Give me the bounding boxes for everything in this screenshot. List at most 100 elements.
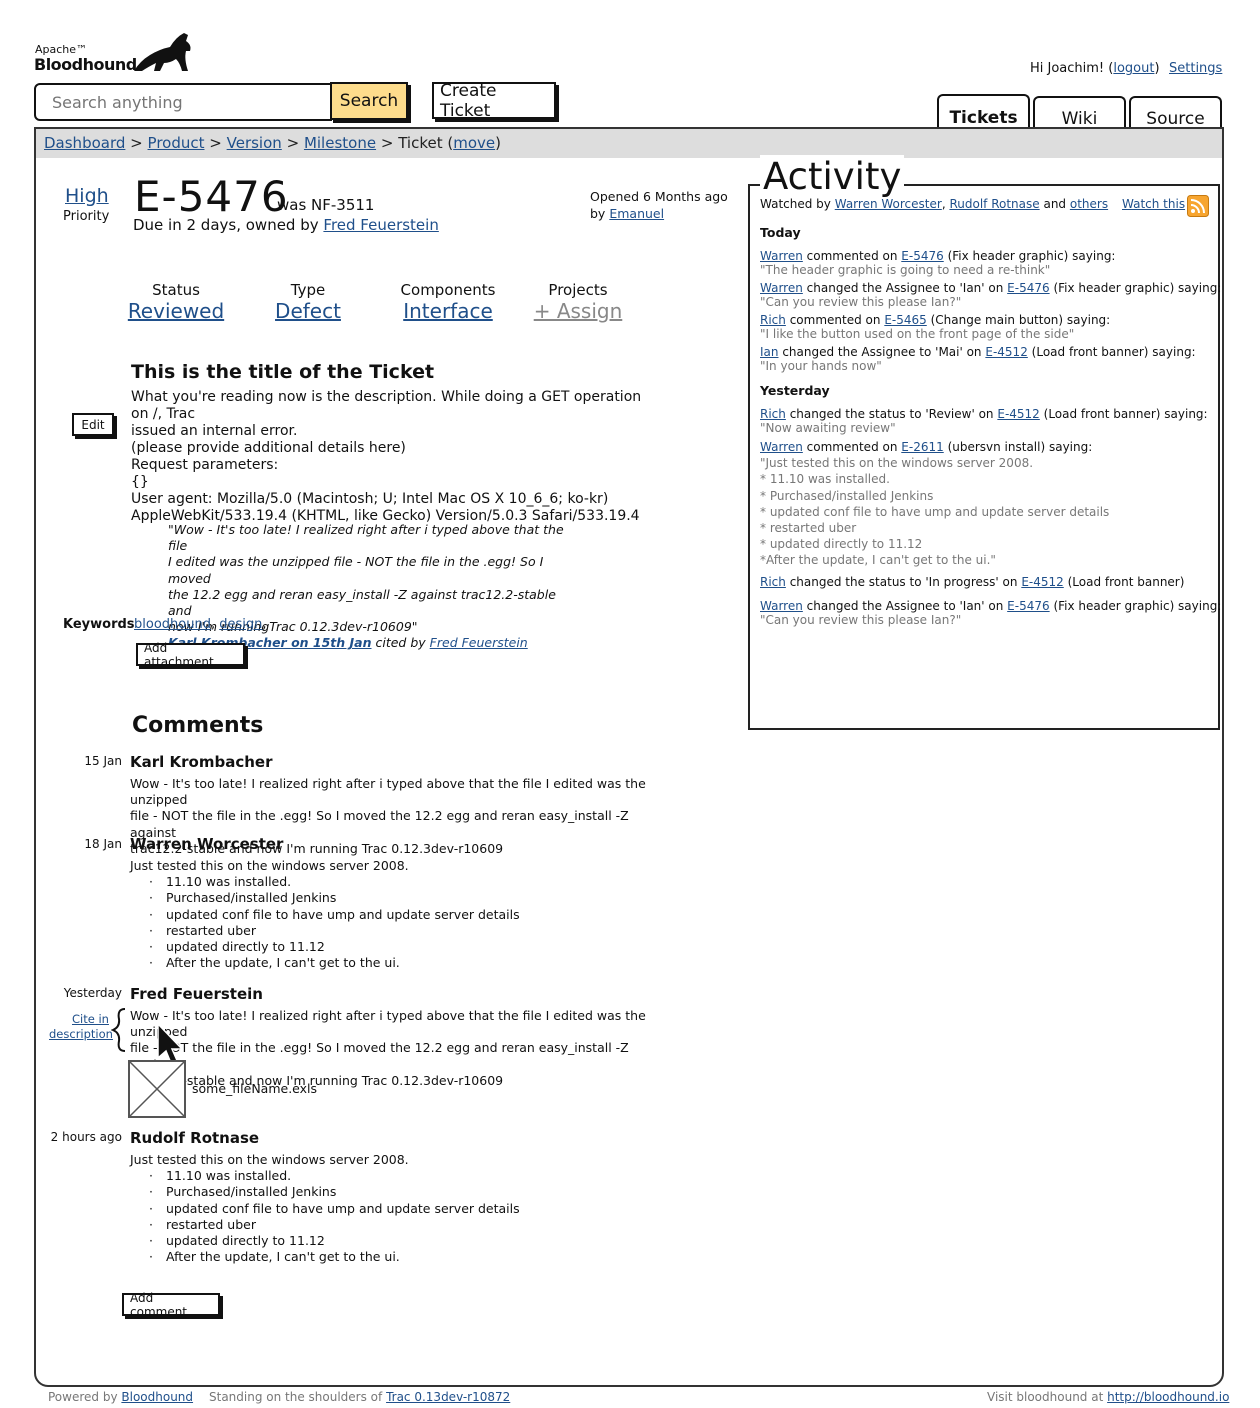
owner-link[interactable]: Fred Feuerstein: [323, 216, 438, 234]
activity-ticket-link[interactable]: E-5476: [1007, 599, 1049, 613]
activity-ticket-link[interactable]: E-4512: [985, 345, 1027, 359]
keyword-link[interactable]: design: [219, 617, 262, 632]
activity-user-link[interactable]: Rich: [760, 407, 786, 421]
footer-site-link[interactable]: http://bloodhound.io: [1107, 1390, 1229, 1404]
comment-date: 2 hours ago: [50, 1130, 122, 1144]
tab-wiki[interactable]: Wiki: [1033, 96, 1126, 129]
ticket-id: E-5476: [134, 172, 289, 221]
keywords-label: Keywords: [63, 617, 135, 632]
attachment-filename[interactable]: some_fileName.exls: [192, 1081, 317, 1096]
list-item: After the update, I can't get to the ui.: [166, 955, 670, 971]
keyword-link[interactable]: bloodhound: [134, 617, 211, 632]
comment-author[interactable]: Rudolf Rotnase: [130, 1129, 259, 1147]
activity-ticket-link[interactable]: E-5476: [901, 249, 943, 263]
breadcrumb-product[interactable]: Product: [148, 134, 205, 152]
activity-user-link[interactable]: Rich: [760, 575, 786, 589]
breadcrumb-current: Ticket (: [398, 134, 454, 152]
watcher-link[interactable]: Rudolf Rotnase: [949, 197, 1039, 211]
keywords-list: bloodhound, design,: [134, 617, 267, 632]
tab-source[interactable]: Source: [1129, 96, 1222, 129]
activity-event: Warren commented on E-5476 (Fix header g…: [760, 249, 1116, 277]
settings-link[interactable]: Settings: [1169, 61, 1222, 76]
priority-value[interactable]: High: [65, 185, 109, 207]
comment-body: Wow - It's too late! I realized right af…: [130, 1008, 646, 1088]
activity-ticket-link[interactable]: E-5465: [884, 313, 926, 327]
list-item: updated directly to 11.12: [166, 1233, 670, 1249]
activity-ticket-link[interactable]: E-4512: [1021, 575, 1063, 589]
activity-ticket-link[interactable]: E-5476: [1007, 281, 1049, 295]
activity-event: Warren changed the Assignee to 'Ian' on …: [760, 599, 1222, 627]
attachment-thumbnail-icon[interactable]: [128, 1060, 186, 1118]
list-item: updated directly to 11.12: [166, 939, 670, 955]
cite-in-description-link-2[interactable]: description: [49, 1027, 113, 1041]
activity-user-link[interactable]: Warren: [760, 440, 803, 454]
breadcrumb-milestone[interactable]: Milestone: [304, 134, 376, 152]
footer-bloodhound-link[interactable]: Bloodhound: [121, 1390, 193, 1404]
brace-icon: [111, 1008, 126, 1052]
ticket-was: was NF-3511: [277, 196, 375, 214]
hound-logo-icon: [134, 33, 191, 71]
opened-by-link[interactable]: Emanuel: [609, 206, 664, 221]
breadcrumb: Dashboard > Product > Version > Mileston…: [36, 129, 1222, 158]
activity-user-link[interactable]: Ian: [760, 345, 779, 359]
others-link[interactable]: others: [1070, 197, 1108, 211]
watched-by: Watched by Warren Worcester, Rudolf Rotn…: [760, 197, 1109, 211]
add-attachment-button[interactable]: Add attachment: [136, 641, 245, 669]
activity-event: Warren changed the Assignee to 'Ian' on …: [760, 281, 1222, 309]
comment-date: 15 Jan: [84, 754, 122, 768]
activity-user-link[interactable]: Warren: [760, 281, 803, 295]
list-item: 11.10 was installed.: [166, 874, 670, 890]
watch-this-link[interactable]: Watch this: [1122, 197, 1185, 211]
list-item: restarted uber: [166, 1217, 670, 1233]
comment-date: Yesterday: [63, 986, 122, 1000]
logo-name[interactable]: Bloodhound: [34, 55, 137, 74]
projects-label: Projects: [548, 281, 608, 299]
activity-event: Rich commented on E-5465 (Change main bu…: [760, 313, 1111, 341]
ticket-description: What you're reading now is the descripti…: [131, 389, 642, 524]
opened-info: Opened 6 Months ago: [590, 189, 728, 204]
activity-ticket-link[interactable]: E-4512: [997, 407, 1039, 421]
comment-body: Just tested this on the windows server 2…: [130, 858, 670, 971]
edit-button[interactable]: Edit: [72, 413, 114, 436]
activity-day-yesterday: Yesterday: [760, 383, 830, 398]
breadcrumb-version[interactable]: Version: [227, 134, 282, 152]
tab-tickets[interactable]: Tickets: [937, 94, 1030, 130]
breadcrumb-dashboard[interactable]: Dashboard: [44, 134, 125, 152]
comments-heading: Comments: [132, 713, 264, 738]
footer-trac-link[interactable]: Trac 0.13dev-r10872: [386, 1390, 510, 1404]
priority-label: Priority: [63, 209, 110, 224]
comment-author[interactable]: Warren Worcester: [130, 835, 283, 853]
activity-ticket-link[interactable]: E-2611: [901, 440, 943, 454]
type-label: Type: [290, 281, 326, 299]
list-item: updated conf file to have ump and update…: [166, 907, 670, 923]
list-item: After the update, I can't get to the ui.: [166, 1249, 670, 1265]
description-quote: "Wow - It's too late! I realized right a…: [168, 522, 564, 651]
activity-day-today: Today: [760, 225, 801, 240]
comment-author[interactable]: Karl Krombacher: [130, 753, 272, 771]
activity-user-link[interactable]: Warren: [760, 599, 803, 613]
create-ticket-button[interactable]: Create Ticket: [432, 81, 556, 121]
move-link[interactable]: move: [453, 134, 495, 152]
comment-date: 18 Jan: [84, 837, 122, 851]
user-greeting: Hi Joachim! (logout): [1030, 61, 1160, 76]
logout-link[interactable]: logout: [1113, 61, 1154, 76]
footer-shoulders: Standing on the shoulders of Trac 0.13de…: [209, 1390, 511, 1404]
quote-cited-by-link[interactable]: Fred Feuerstein: [430, 635, 528, 650]
rss-icon[interactable]: [1187, 195, 1209, 217]
search-input[interactable]: [34, 83, 332, 121]
add-comment-button[interactable]: Add comment: [122, 1291, 220, 1319]
opened-by: by Emanuel: [590, 206, 665, 221]
status-value[interactable]: Reviewed: [126, 299, 226, 323]
activity-user-link[interactable]: Rich: [760, 313, 786, 327]
search-button[interactable]: Search: [330, 82, 408, 120]
activity-event: Ian changed the Assignee to 'Mai' on E-4…: [760, 345, 1196, 373]
activity-event: Rich changed the status to 'In progress'…: [760, 575, 1185, 589]
cite-in-description-link[interactable]: Cite in: [72, 1012, 109, 1026]
ticket-title: This is the title of the Ticket: [131, 361, 435, 383]
type-value[interactable]: Defect: [258, 299, 358, 323]
components-value[interactable]: Interface: [388, 299, 508, 323]
comment-author[interactable]: Fred Feuerstein: [130, 985, 263, 1003]
activity-user-link[interactable]: Warren: [760, 249, 803, 263]
watcher-link[interactable]: Warren Worcester: [835, 197, 942, 211]
assign-project-link[interactable]: + Assign: [528, 299, 628, 323]
